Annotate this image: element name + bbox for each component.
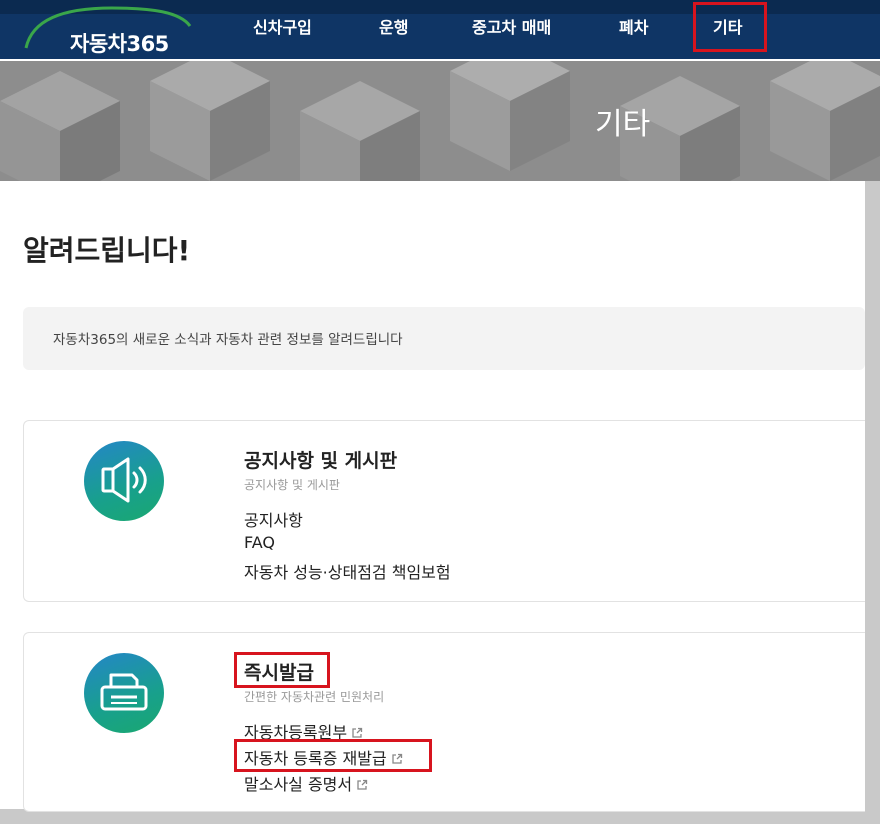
speaker-icon xyxy=(84,441,164,521)
page-title: 알려드립니다! xyxy=(23,234,191,267)
main-content: 알려드립니다! 자동차365의 새로운 소식과 자동차 관련 정보를 알려드립니… xyxy=(0,181,865,812)
hero-banner: 기타 xyxy=(0,61,880,181)
site-logo[interactable]: 자동차365 xyxy=(22,2,197,58)
link-notices[interactable]: 공지사항 xyxy=(244,507,303,531)
card-subtitle-notice-board: 공지사항 및 게시판 xyxy=(244,478,340,492)
notice-box: 자동차365의 새로운 소식과 자동차 관련 정보를 알려드립니다 xyxy=(23,307,865,370)
card-title-notice-board: 공지사항 및 게시판 xyxy=(244,450,398,472)
external-link-icon xyxy=(392,753,402,764)
link-faq[interactable]: FAQ xyxy=(244,533,275,552)
external-link-icon xyxy=(352,727,363,738)
hero-title: 기타 xyxy=(595,107,651,142)
link-label: 말소사실 증명서 xyxy=(244,775,353,794)
printer-icon xyxy=(84,653,164,733)
card-instant-issue: 즉시발급 간편한 자동차관련 민원처리 자동차등록원부 자동차 등록증 재발급 … xyxy=(23,632,865,812)
nav-used-car[interactable]: 중고차 매매 xyxy=(472,14,551,37)
nav-etc[interactable]: 기타 xyxy=(713,14,742,37)
link-registration-reissue[interactable]: 자동차 등록증 재발급 xyxy=(244,745,403,769)
external-link-icon xyxy=(357,779,368,790)
link-label: 자동차 등록증 재발급 xyxy=(244,749,387,768)
link-label: 자동차등록원부 xyxy=(244,723,348,742)
nav-scrap[interactable]: 폐차 xyxy=(619,14,648,37)
nav-driving[interactable]: 운행 xyxy=(379,14,408,37)
card-notice-board: 공지사항 및 게시판 공지사항 및 게시판 공지사항 FAQ 자동차 성능·상태… xyxy=(23,420,865,602)
card-title-instant-issue: 즉시발급 xyxy=(244,662,314,684)
card-subtitle-instant-issue: 간편한 자동차관련 민원처리 xyxy=(244,690,385,704)
nav-new-car[interactable]: 신차구입 xyxy=(253,14,312,37)
link-registration-ledger[interactable]: 자동차등록원부 xyxy=(244,719,363,743)
link-inspection-insurance[interactable]: 자동차 성능·상태점검 책임보험 xyxy=(244,559,451,583)
link-deregistration-certificate[interactable]: 말소사실 증명서 xyxy=(244,771,368,795)
top-nav: 자동차365 신차구입 운행 중고차 매매 폐차 기타 xyxy=(0,0,880,61)
geometric-pattern-icon xyxy=(0,61,880,181)
logo-text: 자동차365 xyxy=(70,32,169,56)
notice-text: 자동차365의 새로운 소식과 자동차 관련 정보를 알려드립니다 xyxy=(53,332,403,348)
